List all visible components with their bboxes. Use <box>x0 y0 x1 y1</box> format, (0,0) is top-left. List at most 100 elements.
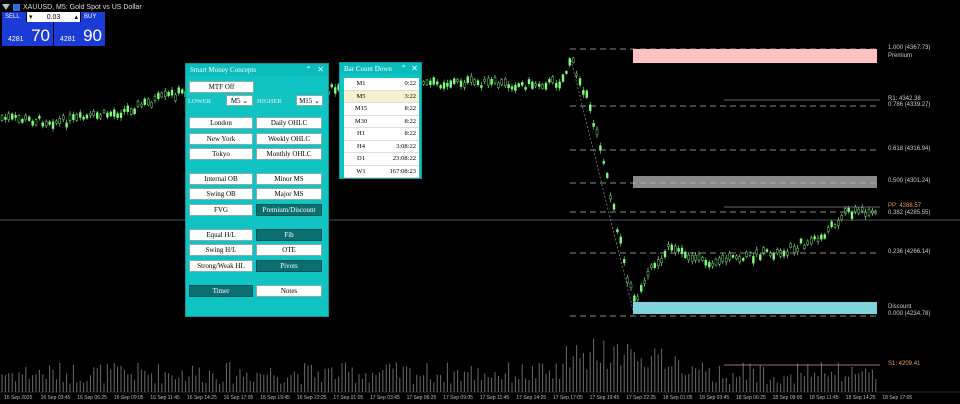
price-chart[interactable]: 16 Sep 2025 16 Sep 03:45 16 Sep 06:25 16 Se… <box>0 0 960 404</box>
candle-body <box>810 237 813 244</box>
buy-price[interactable]: 4281 90 <box>54 22 105 46</box>
strong-weak-hl-button[interactable]: Strong/Weak HL <box>189 260 253 272</box>
minimize-icon[interactable]: ⌃ <box>305 65 312 74</box>
daily-ohlc-button[interactable]: Daily OHLC <box>256 117 322 129</box>
fvg-button[interactable]: FVG <box>189 204 253 216</box>
candle-body <box>146 98 150 106</box>
lot-value: 0.03 <box>46 13 61 21</box>
countdown-table: M1 0:22 M5 3:22 M15 8:22 M30 8:22 H1 8:22 H4 3:08:2… <box>344 78 419 178</box>
candle-body <box>677 248 680 252</box>
close-icon[interactable]: ✕ <box>317 65 324 74</box>
fib-button[interactable]: Fib <box>256 229 322 241</box>
candle-body <box>123 108 126 112</box>
candle-body <box>772 253 775 260</box>
sell-price-small: 4281 <box>8 36 24 43</box>
candle-body <box>493 76 497 84</box>
minimize-icon[interactable]: ⌃ <box>400 64 407 73</box>
candle-body <box>136 101 140 107</box>
time-axis-label: 17 Sep 06:25 <box>407 395 437 401</box>
candle-body <box>667 244 670 248</box>
premium-discount-button[interactable]: Premium/Discount <box>256 204 322 216</box>
timer-button[interactable]: Timer <box>189 285 253 297</box>
candle-body <box>425 79 429 86</box>
candle-body <box>725 258 728 263</box>
mtf-button[interactable]: MTF Off <box>189 81 254 93</box>
sell-price[interactable]: 4281 70 <box>2 22 53 46</box>
candle-body <box>531 81 534 89</box>
candle-body <box>833 224 837 228</box>
countdown-time: 8:22 <box>378 127 419 141</box>
candle-body <box>663 250 667 258</box>
time-axis-label: 17 Sep 17:05 <box>553 395 583 401</box>
candle-body <box>776 249 779 254</box>
candle-body <box>456 78 459 83</box>
candle-body <box>742 257 745 261</box>
fib-618-label: 0.618 (4316.94) <box>888 146 931 152</box>
candle-body <box>704 259 707 266</box>
bcd-titlebar: Bar Count Down ⌃ ✕ <box>340 63 421 75</box>
candle-body <box>786 251 789 256</box>
monthly-ohlc-button[interactable]: Monthly OHLC <box>256 148 322 160</box>
lot-size-input[interactable]: ▾ 0.03 ▴ <box>27 12 80 22</box>
candle-body <box>500 79 503 85</box>
candle-body <box>636 296 639 300</box>
notes-button[interactable]: Notes <box>256 285 322 297</box>
time-axis-label: 16 Sep 09:05 <box>114 395 144 401</box>
candle-body <box>68 114 72 121</box>
candle-body <box>806 240 809 245</box>
candle-body <box>143 98 147 105</box>
minor-ms-button[interactable]: Minor MS <box>256 173 322 185</box>
s1-label: S1: 4209.41 <box>888 361 921 367</box>
major-ms-button[interactable]: Major MS <box>256 188 322 200</box>
decrease-lot-icon[interactable]: ▾ <box>29 13 33 21</box>
candle-body <box>602 161 605 164</box>
candle-body <box>626 277 629 284</box>
time-axis-label: 17 Sep 01:05 <box>333 395 363 401</box>
candle-body <box>527 79 531 84</box>
countdown-time: 8:22 <box>378 102 419 116</box>
equal-hl-button[interactable]: Equal H/L <box>189 229 253 241</box>
candle-body <box>551 76 554 83</box>
pivots-button[interactable]: Pivots <box>256 260 322 272</box>
candle-body <box>850 211 854 219</box>
weekly-ohlc-button[interactable]: Weekly OHLC <box>256 133 322 145</box>
candle-body <box>854 206 857 213</box>
new-york-button[interactable]: New York <box>189 133 253 145</box>
symbol-icon <box>13 3 20 11</box>
candle-body <box>31 120 34 126</box>
collapse-triangle-icon[interactable] <box>2 4 10 10</box>
candle-body <box>82 116 85 120</box>
candle-body <box>65 122 68 128</box>
candle-body <box>803 244 806 249</box>
chevron-down-icon: ⌄ <box>314 96 320 105</box>
candle-body <box>133 108 136 115</box>
ote-button[interactable]: OTE <box>256 244 322 256</box>
time-axis: 16 Sep 2025 16 Sep 03:45 16 Sep 06:25 16 Se… <box>4 395 912 401</box>
tokyo-button[interactable]: Tokyo <box>189 148 253 160</box>
candle-body <box>78 112 82 118</box>
countdown-row: D1 23:08:22 <box>344 152 419 166</box>
swing-ob-button[interactable]: Swing OB <box>189 188 253 200</box>
internal-ob-button[interactable]: Internal OB <box>189 173 253 185</box>
candle-body <box>538 83 541 87</box>
higher-timeframe-select[interactable]: M15 ⌄ <box>296 95 323 106</box>
time-axis-label: 18 Sep 09:05 <box>773 395 803 401</box>
bar-countdown-panel: Bar Count Down ⌃ ✕ M1 0:22 M5 3:22 M15 8:22 M3… <box>339 62 422 179</box>
candle-body <box>694 254 697 261</box>
candle-body <box>106 112 109 118</box>
close-icon[interactable]: ✕ <box>411 64 418 73</box>
candle-body <box>582 90 585 95</box>
swing-hl-button[interactable]: Swing H/L <box>189 244 253 256</box>
increase-lot-icon[interactable]: ▴ <box>74 13 78 21</box>
candle-body <box>731 255 735 258</box>
candle-body <box>752 256 755 264</box>
candle-body <box>633 295 636 302</box>
candle-body <box>793 246 796 254</box>
candle-body <box>126 105 130 112</box>
fib-anchor-line <box>570 59 634 311</box>
lower-timeframe-select[interactable]: M5 ⌄ <box>226 95 253 106</box>
london-button[interactable]: London <box>189 117 253 129</box>
countdown-time: 8:22 <box>378 115 419 128</box>
candle-body <box>442 82 446 89</box>
candle-body <box>735 255 738 260</box>
